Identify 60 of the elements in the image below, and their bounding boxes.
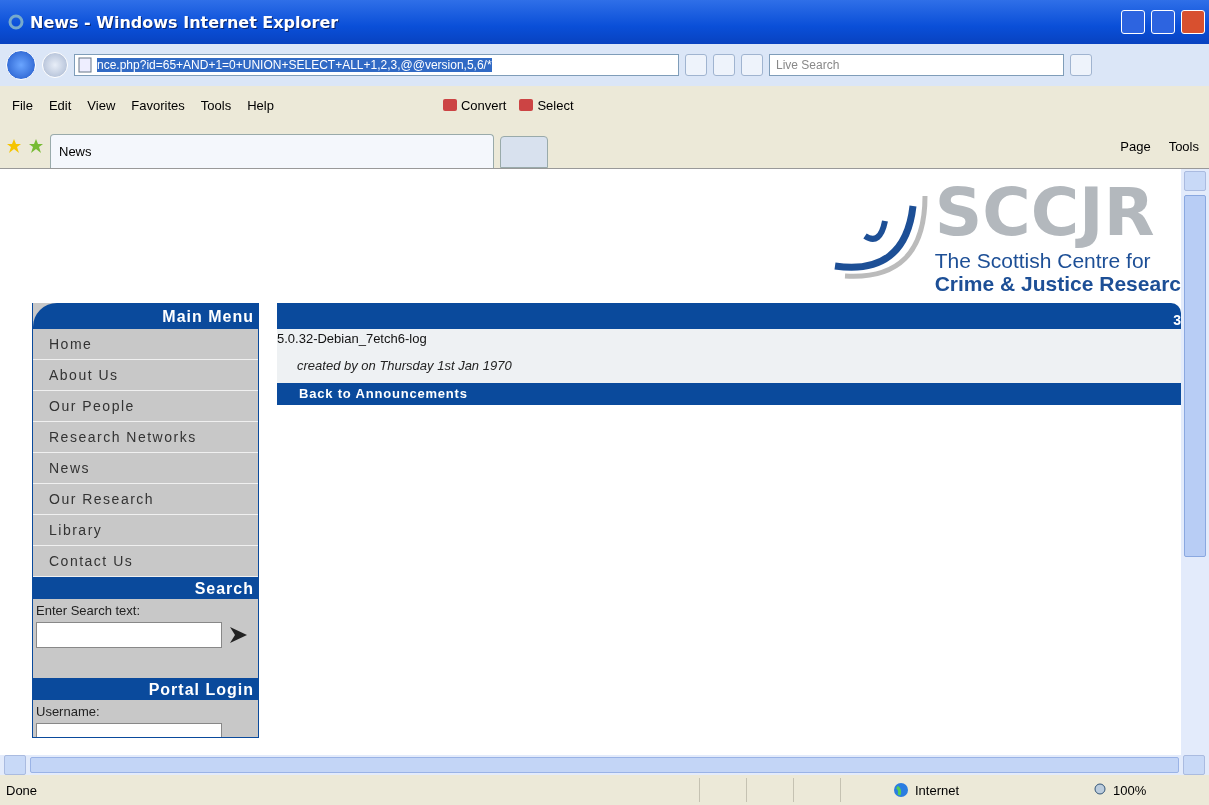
page-icon (77, 57, 93, 73)
username-input[interactable] (36, 723, 222, 737)
address-field[interactable]: nce.php?id=65+AND+1=0+UNION+SELECT+ALL+1,2,3,@@version,5,6/* (74, 54, 679, 76)
zone-text: Internet (915, 782, 960, 798)
menu-link[interactable]: Research Networks (33, 422, 258, 453)
menu-heading: Main Menu (33, 303, 258, 329)
menu-item[interactable]: Help (241, 95, 280, 115)
maximize-button[interactable] (1151, 10, 1175, 34)
star-icon[interactable] (6, 138, 22, 154)
back-button[interactable] (6, 50, 36, 80)
status-text: Done (6, 782, 39, 798)
menu-item[interactable]: Tools (194, 95, 238, 115)
menu-link[interactable]: Our Research (33, 484, 258, 515)
window-title: News - Windows Internet Explorer (30, 12, 340, 32)
menu-link[interactable]: Home (33, 329, 258, 360)
magnifier-icon (1093, 782, 1109, 798)
menu-item[interactable]: Edit (42, 95, 78, 115)
browser-logo-icon (8, 14, 24, 30)
command-button[interactable]: Page (1116, 136, 1155, 156)
menu-link[interactable]: Our People (33, 391, 258, 422)
dropdown-button[interactable] (685, 54, 707, 76)
new-tab-button[interactable] (500, 136, 548, 168)
toolbar-button[interactable]: Convert (437, 95, 511, 115)
toolbar-button[interactable]: Select (514, 95, 578, 115)
menu-item[interactable]: View (81, 95, 122, 115)
login-heading: Portal Login (33, 678, 258, 700)
byline-text: created by on Thursday 1st Jan 1970 (296, 357, 513, 373)
logo-subtitle: The Scottish Centre for (934, 249, 1152, 272)
scroll-right-button[interactable] (1183, 755, 1205, 775)
zoom-button[interactable]: 100% (1093, 782, 1203, 798)
username-label: Username: (35, 703, 101, 721)
scroll-left-button[interactable] (4, 755, 26, 775)
back-link[interactable]: Back to Announcements (277, 383, 1181, 405)
refresh-button[interactable] (713, 54, 735, 76)
article-header: 3 (277, 303, 1181, 329)
forward-button[interactable] (42, 52, 68, 78)
arrow-icon[interactable] (228, 626, 248, 644)
search-heading: Search (33, 577, 258, 599)
minimize-button[interactable] (1121, 10, 1145, 34)
scrollbar-thumb[interactable] (30, 757, 1179, 773)
menu-item[interactable]: Favorites (125, 95, 191, 115)
version-text: 5.0.32-Debian_7etch6-log (277, 331, 428, 346)
search-label: Enter Search text: (35, 602, 142, 620)
search-button[interactable] (1070, 54, 1092, 76)
scroll-up-button[interactable] (1184, 171, 1206, 191)
stop-button[interactable] (741, 54, 763, 76)
menu-item[interactable]: File (6, 95, 39, 115)
menu-link[interactable]: News (33, 453, 258, 484)
logo-subtitle: Crime & Justice Researc (934, 272, 1181, 295)
close-button[interactable] (1181, 10, 1205, 34)
command-button[interactable]: Tools (1164, 136, 1203, 156)
search-field[interactable]: Live Search (769, 54, 1064, 76)
menu-link[interactable]: About Us (33, 360, 258, 391)
browser-tab[interactable]: News (50, 134, 494, 168)
search-input[interactable] (36, 622, 222, 648)
menu-link[interactable]: Library (33, 515, 258, 546)
scrollbar-thumb[interactable] (1184, 195, 1206, 557)
globe-icon (893, 782, 909, 798)
logo-title: SCCJR (934, 177, 1156, 249)
add-favorite-icon[interactable] (28, 138, 44, 154)
